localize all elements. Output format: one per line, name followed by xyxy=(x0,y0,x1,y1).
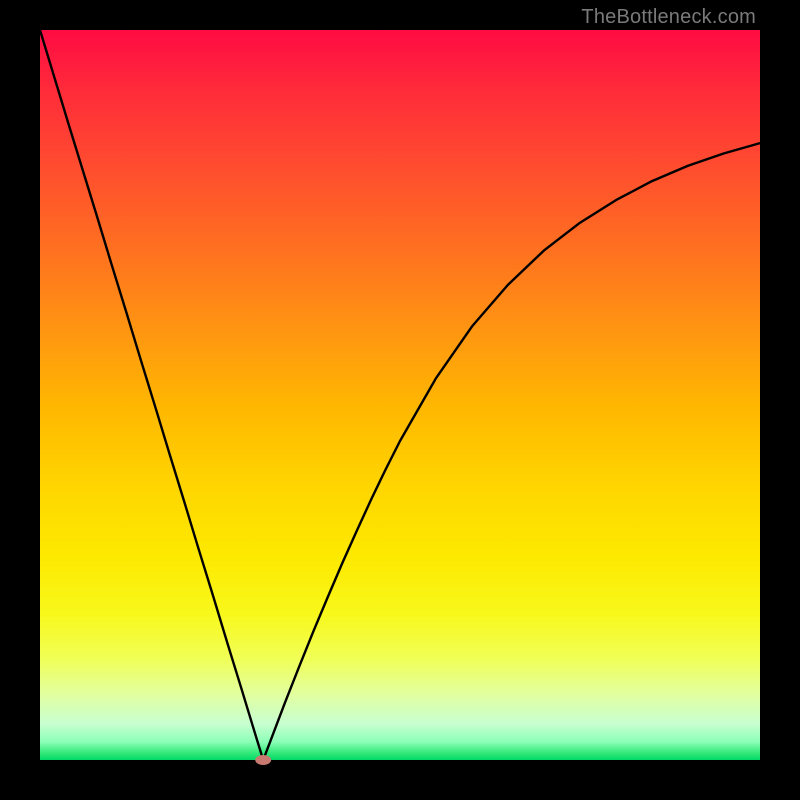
chart-container: TheBottleneck.com xyxy=(0,0,800,800)
watermark-label: TheBottleneck.com xyxy=(581,6,756,29)
chart-svg xyxy=(40,30,760,760)
optimal-point-marker xyxy=(255,755,271,765)
bottleneck-curve xyxy=(40,30,760,760)
